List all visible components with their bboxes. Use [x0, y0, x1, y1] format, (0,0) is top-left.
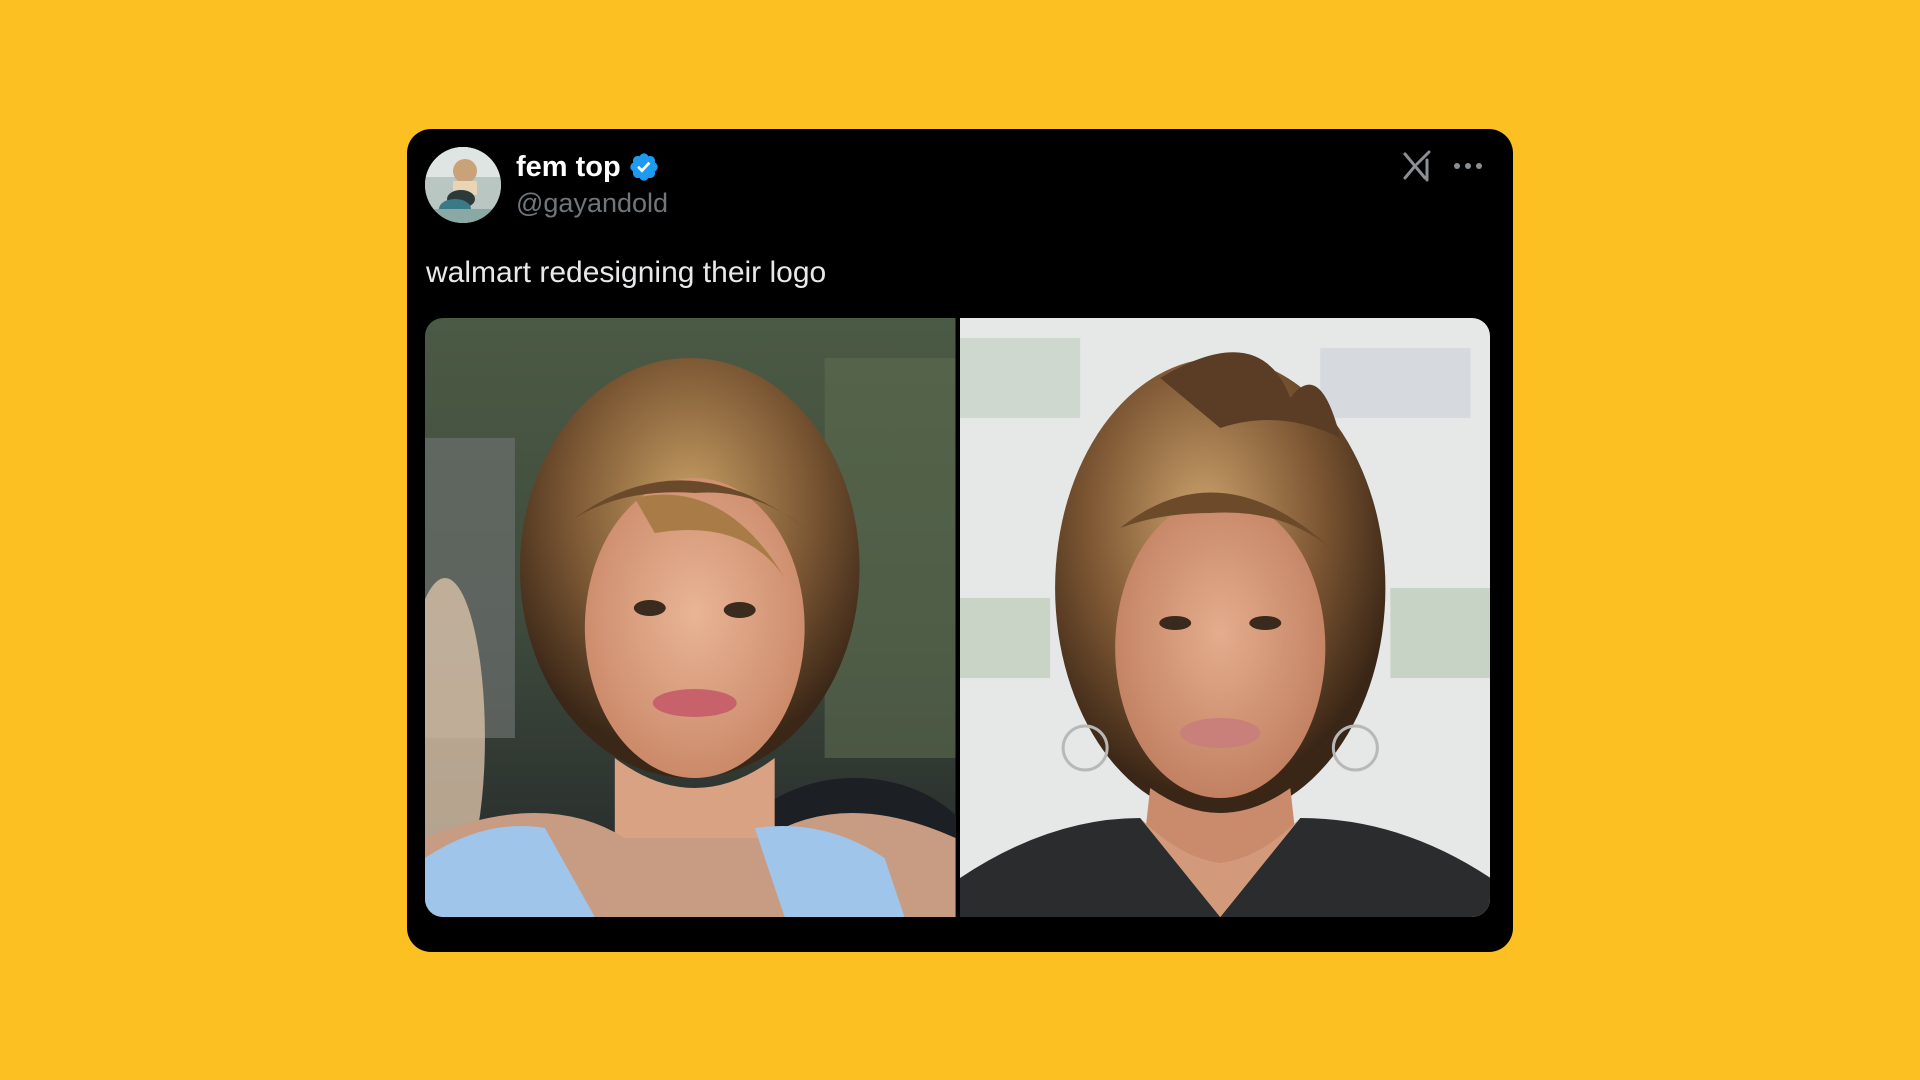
- verified-badge-icon: [630, 153, 658, 181]
- avatar-image: [425, 147, 501, 223]
- tweet-card: fem top @gayandold walmart redesigning t…: [407, 129, 1513, 952]
- tweet-text: walmart redesigning their logo: [426, 256, 827, 289]
- photo-right[interactable]: [959, 318, 1490, 917]
- author-handle[interactable]: @gayandold: [516, 186, 668, 220]
- more-icon: [1454, 163, 1482, 169]
- more-options-button[interactable]: [1451, 149, 1485, 183]
- display-name[interactable]: fem top: [516, 149, 621, 185]
- avatar[interactable]: [425, 147, 501, 223]
- photo-left-image: [425, 318, 956, 917]
- x-logo-icon[interactable]: [1403, 150, 1433, 182]
- photo-right-image: [959, 318, 1490, 917]
- tweet-media[interactable]: [425, 318, 1490, 917]
- author-name-row[interactable]: fem top: [516, 149, 660, 185]
- photo-left[interactable]: [425, 318, 956, 917]
